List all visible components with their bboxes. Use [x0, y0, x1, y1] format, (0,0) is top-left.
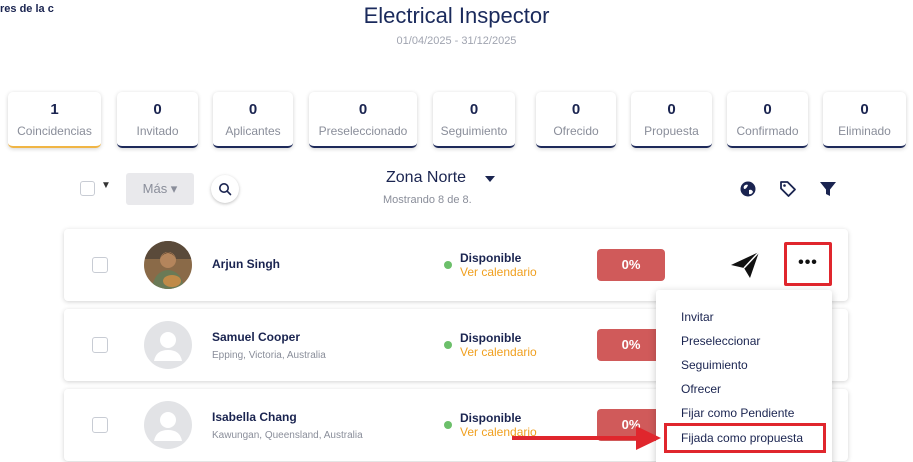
search-button[interactable]	[211, 175, 239, 203]
availability-status: Disponible	[460, 331, 522, 345]
menu-item-seguimiento[interactable]: Seguimiento	[681, 358, 748, 372]
match-percentage-badge: 0%	[597, 249, 665, 281]
candidate-name[interactable]: Samuel Cooper	[212, 330, 300, 344]
avatar	[144, 241, 192, 289]
candidate-name[interactable]: Isabella Chang	[212, 410, 297, 424]
availability-dot	[444, 421, 452, 429]
stage-seguimiento[interactable]: 0 Seguimiento	[433, 92, 515, 148]
more-actions-button[interactable]: Más ▾	[126, 173, 194, 205]
availability-status: Disponible	[460, 411, 522, 425]
stage-eliminado[interactable]: 0 Eliminado	[823, 92, 906, 148]
stage-count: 0	[153, 101, 162, 118]
stage-count: 0	[248, 101, 258, 118]
globe-icon[interactable]	[739, 180, 757, 198]
search-icon	[219, 183, 232, 196]
stage-label: Preseleccionado	[318, 124, 408, 138]
stage-label: Aplicantes	[225, 124, 281, 138]
date-range: 01/04/2025 - 31/12/2025	[396, 35, 517, 47]
ellipsis-icon: •••	[798, 254, 818, 271]
more-options-button[interactable]: •••	[784, 242, 832, 286]
results-count: Mostrando 8 de 8.	[383, 194, 472, 206]
stage-count: 1	[50, 101, 59, 118]
stage-coincidencias[interactable]: 1 Coincidencias	[8, 92, 101, 148]
candidate-location: Epping, Victoria, Australia	[212, 350, 326, 361]
candidate-name[interactable]: Arjun Singh	[212, 257, 280, 271]
availability-dot	[444, 261, 452, 269]
stage-count: 0	[358, 101, 368, 118]
candidate-photo	[144, 241, 192, 289]
candidate-checkbox[interactable]	[92, 417, 108, 433]
candidate-location: Kawungan, Queensland, Australia	[212, 430, 363, 441]
stage-label: Propuesta	[644, 124, 699, 138]
stage-label: Confirmado	[736, 124, 799, 138]
tag-icon[interactable]	[779, 180, 797, 198]
stage-preseleccionado[interactable]: 0 Preseleccionado	[309, 92, 417, 148]
menu-item-fijar-pendiente[interactable]: Fijar como Pendiente	[681, 406, 794, 420]
stage-count: 0	[469, 101, 479, 118]
send-icon[interactable]	[730, 251, 760, 279]
menu-item-preseleccionar[interactable]: Preseleccionar	[681, 334, 760, 348]
menu-item-invitar[interactable]: Invitar	[681, 310, 714, 324]
stage-propuesta[interactable]: 0 Propuesta	[631, 92, 712, 148]
stage-label: Ofrecido	[553, 124, 599, 138]
availability-status: Disponible	[460, 251, 522, 265]
select-dropdown-caret-icon[interactable]: ▼	[101, 180, 111, 191]
user-placeholder-icon	[154, 332, 182, 361]
candidate-actions-menu: Invitar Preseleccionar Seguimiento Ofrec…	[656, 290, 832, 462]
stage-label: Invitado	[136, 124, 179, 138]
stage-invitado[interactable]: 0 Invitado	[117, 92, 198, 148]
stage-count: 0	[860, 101, 869, 118]
stage-label: Coincidencias	[17, 124, 92, 138]
stage-aplicantes[interactable]: 0 Aplicantes	[213, 92, 293, 148]
avatar-placeholder	[144, 321, 192, 369]
zone-caret-icon[interactable]	[484, 175, 496, 183]
annotation-arrow-icon	[512, 426, 661, 450]
menu-item-ofrecer[interactable]: Ofrecer	[681, 382, 721, 396]
user-placeholder-icon	[154, 412, 182, 441]
candidate-checkbox[interactable]	[92, 337, 108, 353]
menu-item-fijada-propuesta[interactable]: Fijada como propuesta	[664, 423, 826, 453]
stage-ofrecido[interactable]: 0 Ofrecido	[536, 92, 616, 148]
stage-count: 0	[571, 101, 581, 118]
zone-selector[interactable]: Zona Norte	[386, 169, 466, 187]
stage-label: Eliminado	[838, 124, 891, 138]
stage-label: Seguimiento	[440, 124, 508, 138]
availability-dot	[444, 341, 452, 349]
view-calendar-link[interactable]: Ver calendario	[460, 345, 537, 359]
page-title: Electrical Inspector	[363, 3, 550, 28]
select-all-checkbox[interactable]	[80, 181, 95, 196]
match-percentage-badge: 0%	[597, 329, 665, 361]
view-calendar-link[interactable]: Ver calendario	[460, 265, 537, 279]
candidate-checkbox[interactable]	[92, 257, 108, 273]
stage-count: 0	[763, 101, 772, 118]
avatar-placeholder	[144, 401, 192, 449]
filter-icon[interactable]	[819, 180, 837, 198]
stage-confirmado[interactable]: 0 Confirmado	[727, 92, 808, 148]
stage-count: 0	[667, 101, 676, 118]
